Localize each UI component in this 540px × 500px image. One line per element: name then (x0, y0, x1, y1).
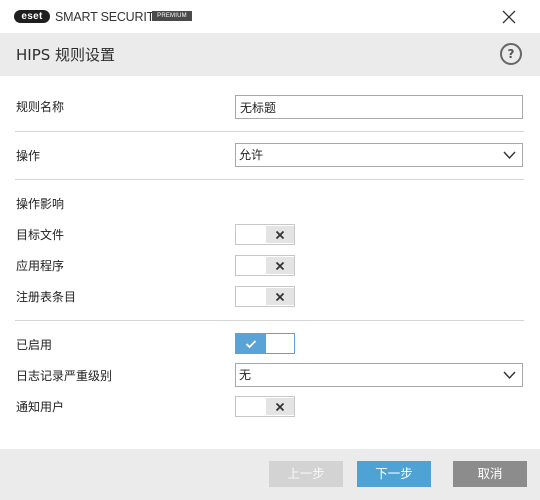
toggle-knob (266, 288, 294, 305)
cross-icon (275, 230, 285, 239)
enabled-toggle[interactable] (235, 333, 295, 354)
divider (15, 131, 524, 132)
applications-toggle[interactable] (235, 255, 295, 276)
log-severity-label: 日志记录严重级别 (16, 369, 113, 383)
toggle-knob (266, 398, 294, 415)
log-severity-select[interactable]: 无 (235, 363, 523, 387)
back-button[interactable]: 上一步 (269, 461, 343, 487)
product-name: SMART SECURITY (55, 10, 163, 24)
toggle-knob (236, 334, 266, 353)
action-label: 操作 (16, 149, 41, 163)
divider (15, 179, 524, 180)
target-files-label: 目标文件 (16, 228, 65, 242)
registry-entries-label: 注册表条目 (16, 290, 77, 304)
eset-logo: eset (14, 10, 50, 23)
cancel-button[interactable]: 取消 (453, 461, 527, 487)
applications-label: 应用程序 (16, 259, 65, 273)
next-button[interactable]: 下一步 (357, 461, 431, 487)
log-severity-select-value: 无 (239, 368, 252, 382)
chevron-down-icon (503, 371, 516, 380)
rule-name-label: 规则名称 (16, 100, 65, 114)
close-icon (502, 10, 516, 24)
checkmark-icon (245, 339, 257, 348)
target-files-toggle[interactable] (235, 224, 295, 245)
page-title: HIPS 规则设置 (16, 46, 116, 64)
chevron-down-icon (503, 151, 516, 160)
action-select[interactable]: 允许 (235, 143, 523, 167)
notify-user-toggle[interactable] (235, 396, 295, 417)
edition-badge: PREMIUM (152, 11, 192, 21)
notify-user-label: 通知用户 (16, 400, 65, 414)
rule-name-input[interactable] (235, 95, 523, 119)
registry-entries-toggle[interactable] (235, 286, 295, 307)
divider (15, 320, 524, 321)
cross-icon (275, 292, 285, 301)
enabled-label: 已启用 (16, 338, 53, 352)
close-button[interactable] (498, 6, 520, 28)
cross-icon (275, 402, 285, 411)
dialog-footer: 上一步 下一步 取消 (0, 449, 540, 500)
toggle-knob (266, 257, 294, 274)
affected-section-label: 操作影响 (16, 197, 65, 211)
dialog-header: HIPS 规则设置 ? (0, 33, 540, 76)
help-button[interactable]: ? (500, 43, 522, 65)
action-select-value: 允许 (239, 148, 264, 162)
title-bar: eset SMART SECURITY PREMIUM (0, 0, 540, 33)
cross-icon (275, 261, 285, 270)
toggle-knob (266, 226, 294, 243)
